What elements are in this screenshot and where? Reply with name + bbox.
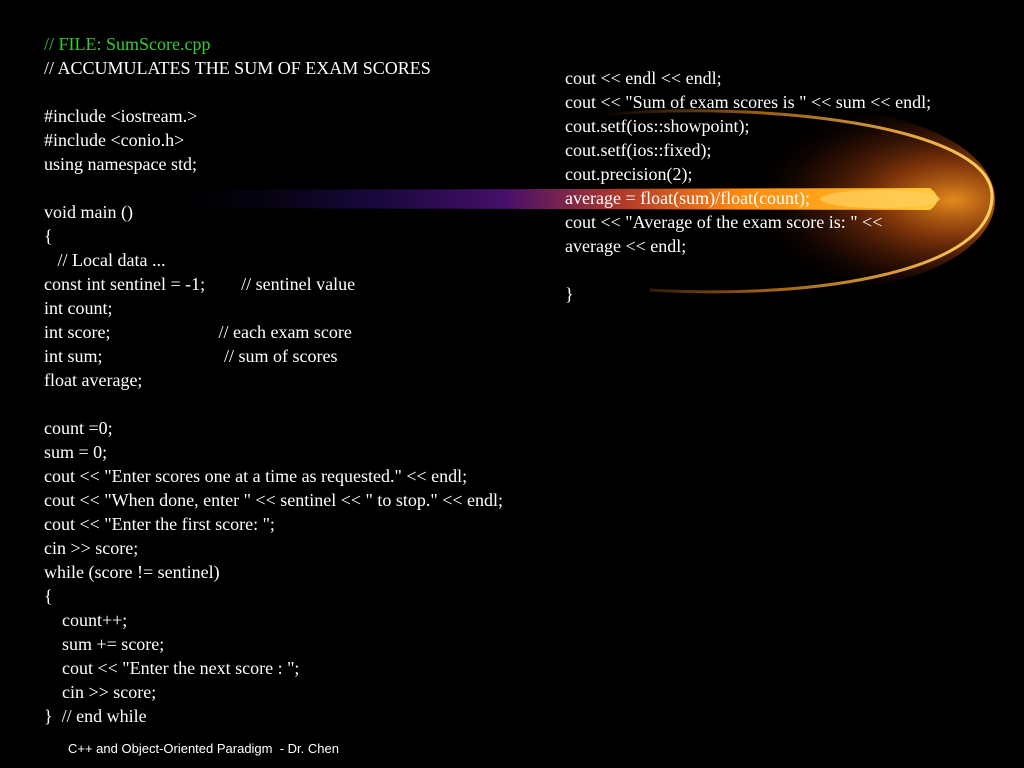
left-code-line: cout << "Enter the next score : ";	[44, 658, 300, 678]
left-code-line: cout << "Enter the first score: ";	[44, 514, 275, 534]
left-code-line: void main ()	[44, 202, 133, 222]
right-code-block: cout << endl << endl; cout << "Sum of exa…	[565, 66, 931, 306]
left-code-line: {	[44, 226, 53, 246]
left-code-line: sum = 0;	[44, 442, 108, 462]
right-code-line: }	[565, 284, 574, 304]
left-code-line: {	[44, 586, 53, 606]
right-code-line: cout << "Sum of exam scores is " << sum …	[565, 92, 932, 112]
left-code-line: while (score != sentinel)	[44, 562, 220, 582]
left-code-block: // FILE: SumScore.cpp // ACCUMULATES THE …	[44, 32, 503, 728]
left-code-line: cin >> score;	[44, 682, 157, 702]
left-code-line: #include <iostream.>	[44, 106, 198, 126]
left-code-line: using namespace std;	[44, 154, 197, 174]
right-code-line	[565, 258, 931, 282]
right-code-line: cout << "Average of the exam score is: "…	[565, 212, 883, 232]
right-code-line: cout.precision(2);	[565, 164, 693, 184]
left-code-line: float average;	[44, 370, 143, 390]
right-code-line: cout.setf(ios::showpoint);	[565, 116, 750, 136]
left-code-line: cout << "When done, enter " << sentinel …	[44, 490, 504, 510]
slide: // FILE: SumScore.cpp // ACCUMULATES THE …	[0, 0, 1024, 768]
left-code-line: // ACCUMULATES THE SUM OF EXAM SCORES	[44, 58, 431, 78]
left-code-line: cout << "Enter scores one at a time as r…	[44, 466, 468, 486]
file-name-comment: // FILE: SumScore.cpp	[44, 34, 211, 54]
right-code-line: average = float(sum)/float(count);	[565, 188, 811, 208]
left-code-line: // Local data ...	[44, 250, 166, 270]
left-code-line: cin >> score;	[44, 538, 139, 558]
left-code-line: const int sentinel = -1; // sentinel val…	[44, 274, 356, 294]
left-code-line: sum += score;	[44, 634, 165, 654]
left-code-line	[44, 176, 503, 200]
left-code-line: int sum; // sum of scores	[44, 346, 338, 366]
left-code-line	[44, 392, 503, 416]
left-code-line: #include <conio.h>	[44, 130, 185, 150]
left-code-line: int score; // each exam score	[44, 322, 352, 342]
right-code-line: average << endl;	[565, 236, 687, 256]
left-code-line	[44, 80, 503, 104]
right-code-line: cout << endl << endl;	[565, 68, 722, 88]
left-code-line: count =0;	[44, 418, 113, 438]
left-code-line: } // end while	[44, 706, 147, 726]
left-code-line: count++;	[44, 610, 128, 630]
right-code-line: cout.setf(ios::fixed);	[565, 140, 712, 160]
left-code-line: int count;	[44, 298, 113, 318]
footer-caption: C++ and Object-Oriented Paradigm - Dr. C…	[68, 741, 339, 756]
